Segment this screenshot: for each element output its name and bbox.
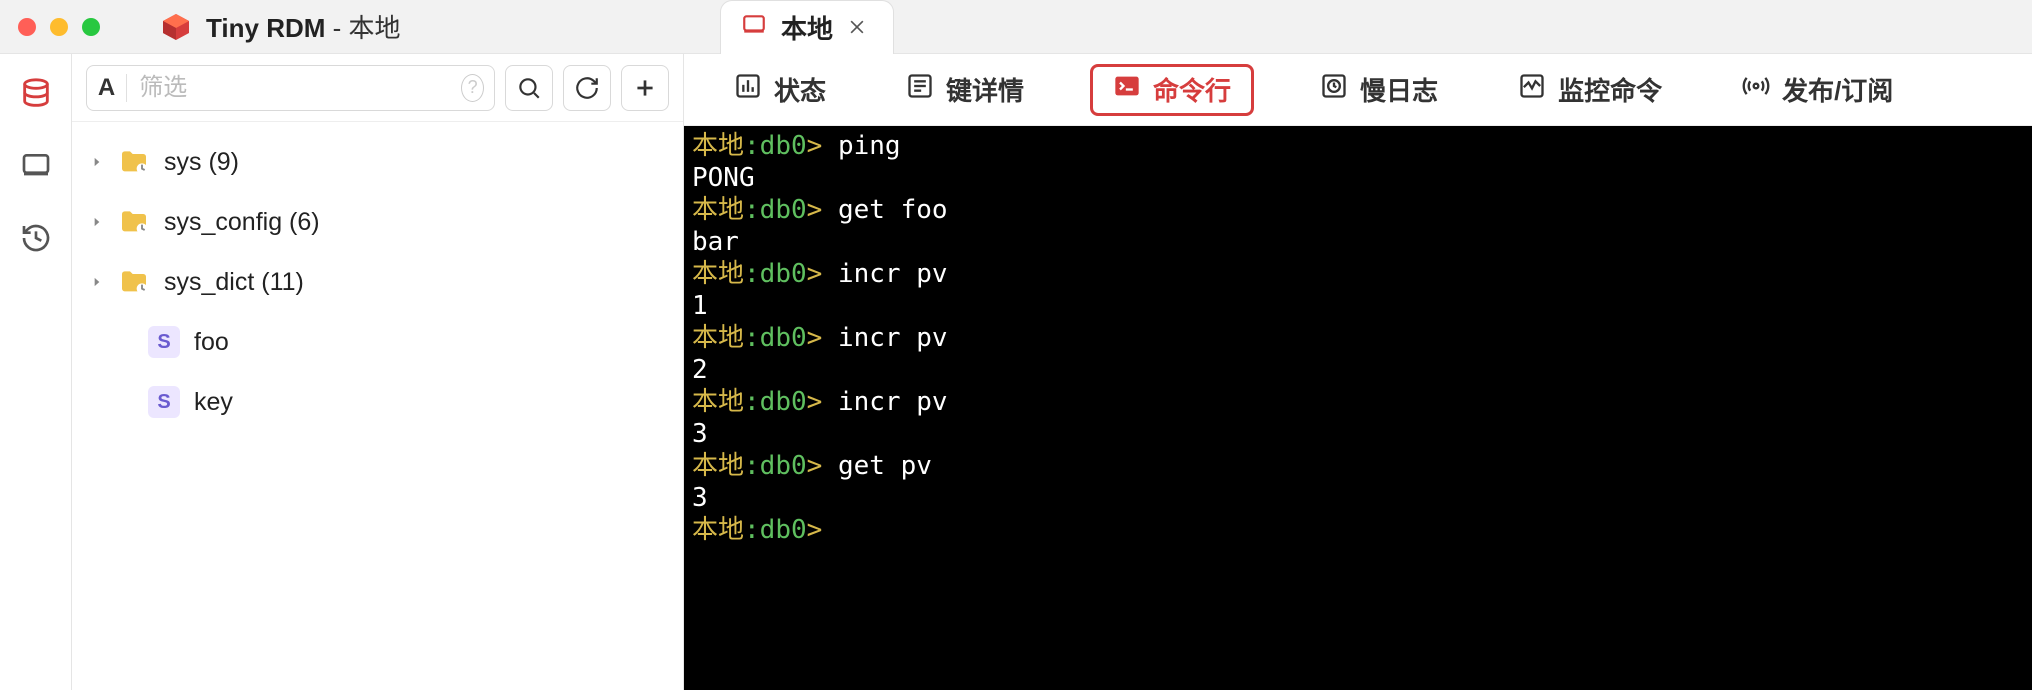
monitor-icon [1518,72,1546,107]
minimize-window-button[interactable] [50,18,68,36]
folder-icon [118,146,150,178]
terminal-output-line: 2 [692,354,2024,386]
cli-terminal[interactable]: 本地:db0> pingPONG本地:db0> get foobar本地:db0… [684,126,2032,690]
content-tabs: 状态 键详情 命令行 慢日志 监控命令 发布/订阅 [684,54,2032,126]
terminal-output-line: bar [692,226,2024,258]
maximize-window-button[interactable] [82,18,100,36]
tab-label: 键详情 [946,71,1024,108]
close-window-button[interactable] [18,18,36,36]
rail-item-database[interactable] [18,76,54,112]
terminal-command-line: 本地:db0> ping [692,130,2024,162]
app-name: Tiny RDM [206,13,325,43]
key-tree: sys (9)sys_config (6)sys_dict (11)SfooSk… [72,122,683,442]
tree-folder[interactable]: sys (9) [72,132,683,192]
terminal-command-line: 本地:db0> incr pv [692,258,2024,290]
tree-item-label: key [194,388,233,417]
chevron-right-icon [90,215,104,229]
tab-monitor[interactable]: 监控命令 [1504,64,1676,116]
filter-prefix[interactable]: A [87,74,127,102]
tree-item-label: foo [194,328,229,357]
app-connection-name: 本地 [349,13,401,43]
close-icon[interactable] [847,17,869,39]
filter-input[interactable] [127,66,461,110]
main-area: A ? sys (9) sys_config (6) sys_dict (11) Sf… [0,54,2032,690]
tab-cli[interactable]: 命令行 [1090,64,1254,116]
monitor-icon [741,12,767,43]
terminal-command-line: 本地:db0> incr pv [692,386,2024,418]
tree-item-label: sys_dict (11) [164,268,304,297]
app-title-separator: - [325,13,348,43]
tab-label: 发布/订阅 [1782,71,1893,108]
terminal-command-line: 本地:db0> incr pv [692,322,2024,354]
add-button[interactable] [621,65,669,111]
tree-item-label: sys_config (6) [164,208,320,237]
folder-icon [118,206,150,238]
tab-pubsub[interactable]: 发布/订阅 [1728,64,1907,116]
filter-group: A ? [86,65,495,111]
title-bar: Tiny RDM - 本地 本地 [0,0,2032,54]
tab-slowlog[interactable]: 慢日志 [1306,64,1452,116]
pubsub-icon [1742,72,1770,107]
cli-icon [1113,72,1141,107]
tab-label: 状态 [774,71,826,108]
app-title: Tiny RDM - 本地 [206,8,401,45]
keydetail-icon [906,72,934,107]
app-logo-icon [160,11,192,43]
tree-folder[interactable]: sys_config (6) [72,192,683,252]
tab-label: 命令行 [1153,71,1231,108]
chevron-right-icon [90,275,104,289]
status-icon [734,72,762,107]
terminal-output-line: PONG [692,162,2024,194]
tab-label: 监控命令 [1558,71,1662,108]
tree-folder[interactable]: sys_dict (11) [72,252,683,312]
tree-item-label: sys (9) [164,148,239,177]
refresh-button[interactable] [563,65,611,111]
terminal-output-line: 1 [692,290,2024,322]
string-type-badge: S [148,326,180,358]
tab-keydetail[interactable]: 键详情 [892,64,1038,116]
terminal-prompt-line: 本地:db0> [692,514,2024,546]
slowlog-icon [1320,72,1348,107]
string-type-badge: S [148,386,180,418]
sidebar-toolbar: A ? [72,54,683,122]
terminal-output-line: 3 [692,482,2024,514]
connection-tab-label: 本地 [781,9,833,46]
terminal-command-line: 本地:db0> get pv [692,450,2024,482]
rail-item-history[interactable] [18,220,54,256]
tab-label: 慢日志 [1360,71,1438,108]
nav-rail [0,54,72,690]
content-area: 状态键详情命令行慢日志监控命令发布/订阅 本地:db0> pingPONG本地:… [684,54,2032,690]
tab-status[interactable]: 状态 [720,64,840,116]
connection-tab[interactable]: 本地 [720,0,894,54]
rail-item-monitor[interactable] [18,148,54,184]
tree-key[interactable]: Sfoo [72,312,683,372]
window-controls [18,18,100,36]
tree-key[interactable]: Skey [72,372,683,432]
folder-icon [118,266,150,298]
help-icon[interactable]: ? [461,74,484,102]
terminal-command-line: 本地:db0> get foo [692,194,2024,226]
search-button[interactable] [505,65,553,111]
terminal-output-line: 3 [692,418,2024,450]
sidebar: A ? sys (9) sys_config (6) sys_dict (11) Sf… [72,54,684,690]
chevron-right-icon [90,155,104,169]
